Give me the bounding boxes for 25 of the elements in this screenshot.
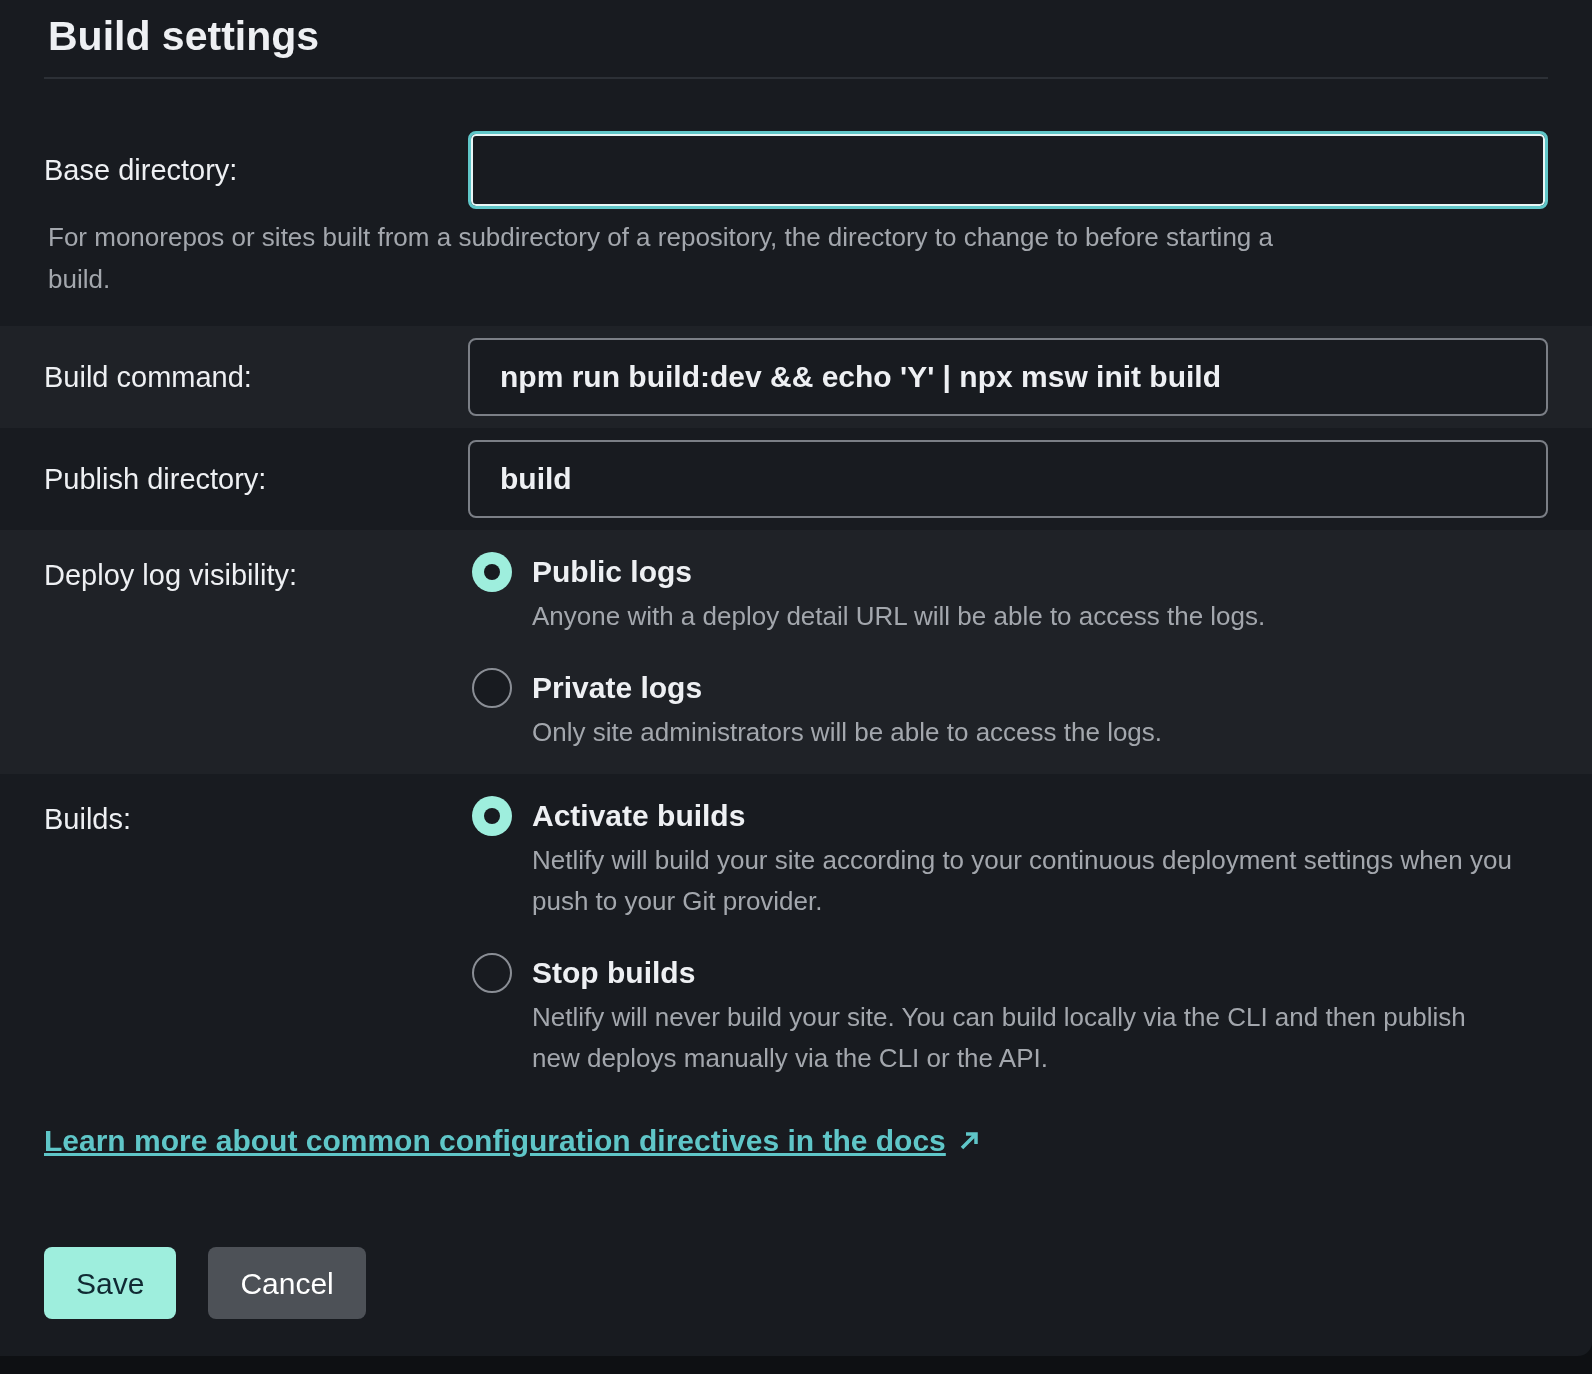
help-text: For monorepos or sites built from a subdirectory of a repository, the directory to change to before starting a build.: [48, 221, 1274, 296]
option-title: Public logs: [532, 554, 694, 591]
field-label: Base directory:: [44, 152, 239, 188]
option-description: Anyone with a deploy detail URL will be able to access the logs.: [532, 600, 1266, 634]
docs-link[interactable]: Learn more about common configuration directives in the docs: [44, 1118, 946, 1164]
option-title: Private logs: [532, 670, 704, 707]
field-label: Publish directory:: [44, 461, 268, 497]
option-description: Netlify will build your site according to your continuous deployment settings when you push to your Git provider.: [532, 843, 1512, 919]
save-button[interactable]: Save: [44, 1247, 177, 1320]
option-description: Only site administrators will be able to access the logs.: [532, 716, 1163, 750]
radio-button[interactable]: [472, 795, 512, 836]
group-label: Builds:: [44, 801, 133, 837]
group-label: Deploy log visibility:: [44, 558, 299, 594]
text-field[interactable]: build: [468, 440, 1548, 519]
text-field[interactable]: [468, 131, 1548, 210]
option-title: Activate builds: [532, 797, 747, 834]
radio-button[interactable]: [472, 952, 512, 993]
text-field[interactable]: npm run build:dev && echo 'Y' | npx msw init build: [468, 338, 1548, 417]
radio-button[interactable]: [472, 668, 512, 709]
radio-button[interactable]: [472, 552, 512, 593]
option-title: Stop builds: [532, 954, 697, 991]
cancel-button[interactable]: Cancel: [208, 1247, 366, 1320]
field-label: Build command:: [44, 359, 253, 395]
option-description: Netlify will never build your site. You can build locally via the CLI and then publish new deploys manually via the CLI or the API.: [532, 1000, 1467, 1076]
section-title: Build settings: [48, 12, 321, 61]
